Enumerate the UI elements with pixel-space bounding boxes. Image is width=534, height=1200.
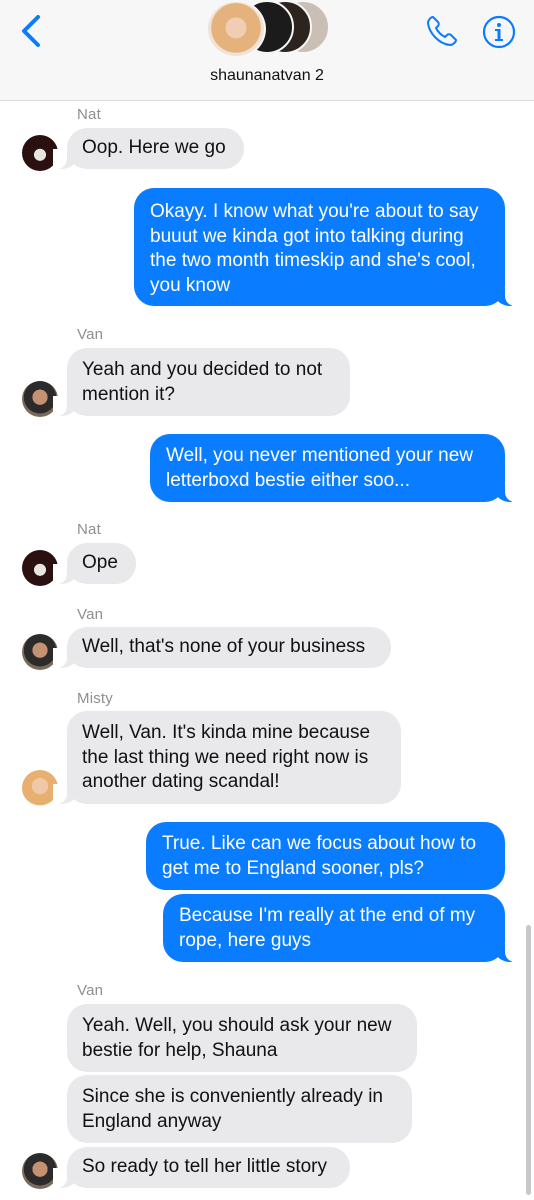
message-bubble-outgoing[interactable]: True. Like can we focus about how to get…	[146, 822, 505, 890]
sender-name: Van	[77, 326, 104, 343]
chevron-left-icon[interactable]	[18, 14, 48, 48]
message-bubble-incoming[interactable]: So ready to tell her little story	[53, 1147, 350, 1188]
info-icon[interactable]	[482, 15, 516, 49]
message-text: Because I'm really at the end of my rope…	[179, 905, 476, 951]
sender-name: Van	[77, 606, 104, 623]
message-text: Well, Van. It's kinda mine because the l…	[82, 722, 371, 792]
message-bubble-incoming[interactable]: Yeah and you decided to not mention it?	[53, 348, 350, 416]
message-bubble-outgoing[interactable]: Because I'm really at the end of my rope…	[163, 894, 519, 962]
message-text: True. Like can we focus about how to get…	[162, 833, 477, 879]
message-text: Well, that's none of your business	[82, 636, 366, 657]
group-avatar-stack[interactable]	[206, 0, 330, 58]
group-name[interactable]: shaunanatvan 2	[0, 67, 534, 85]
message-bubble-incoming[interactable]: Well, Van. It's kinda mine because the l…	[53, 711, 401, 804]
message-text: Since she is conveniently already in Eng…	[82, 1086, 384, 1132]
message-text: Oop. Here we go	[82, 137, 226, 158]
message-text: Okayy. I know what you're about to say b…	[150, 201, 479, 296]
message-text: Well, you never mentioned your new lette…	[166, 445, 473, 491]
scrollbar[interactable]	[526, 925, 531, 1195]
message-bubble-incoming[interactable]: Oop. Here we go	[53, 128, 244, 169]
conversation-header: shaunanatvan 2	[0, 0, 534, 101]
sender-name: Misty	[77, 690, 113, 707]
message-text: So ready to tell her little story	[82, 1156, 327, 1177]
phone-icon[interactable]	[424, 13, 460, 49]
message-bubble-incoming[interactable]: Ope	[53, 543, 136, 584]
message-bubble-incoming[interactable]: Since she is conveniently already in Eng…	[67, 1075, 412, 1143]
message-text: Yeah. Well, you should ask your new best…	[82, 1015, 392, 1061]
sender-name: Van	[77, 982, 104, 999]
message-bubble-outgoing[interactable]: Well, you never mentioned your new lette…	[150, 434, 519, 502]
message-bubble-incoming[interactable]: Well, that's none of your business	[53, 627, 391, 668]
message-bubble-incoming[interactable]: Yeah. Well, you should ask your new best…	[67, 1004, 417, 1072]
sender-name: Nat	[77, 106, 101, 123]
group-avatar-1	[206, 0, 266, 58]
message-text: Yeah and you decided to not mention it?	[82, 359, 323, 405]
sender-name: Nat	[77, 521, 101, 538]
message-bubble-outgoing[interactable]: Okayy. I know what you're about to say b…	[134, 188, 519, 306]
message-text: Ope	[82, 552, 118, 573]
